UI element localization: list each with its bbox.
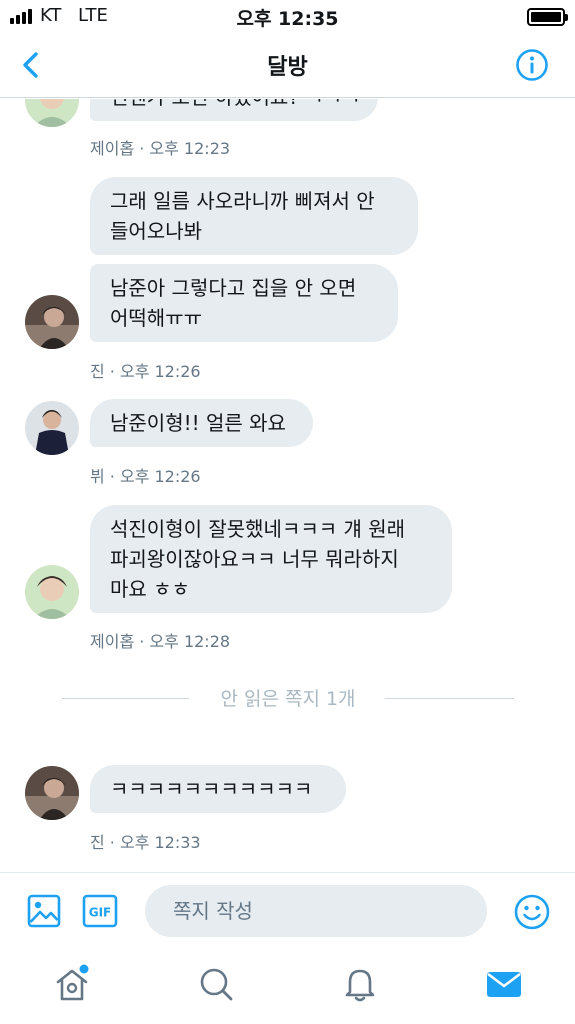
message-meta: 진 · 오후 12:33 xyxy=(90,833,201,852)
battery-icon xyxy=(527,8,568,26)
bell-icon xyxy=(345,969,375,1002)
home-icon xyxy=(56,964,89,1001)
message-meta: 뷔 · 오후 12:26 xyxy=(90,467,201,486)
emoji-icon xyxy=(514,894,550,930)
gif-icon: GIF xyxy=(82,894,118,928)
conversation-header: 달방 xyxy=(0,32,575,98)
tab-notifications[interactable] xyxy=(340,964,380,1004)
unread-divider: 안 읽은 쪽지 1개 xyxy=(62,683,514,713)
message-list[interactable]: 언젠가 오긴 하겠어요? ㅋㅋㅋ 제이홉 · 오후 12:23 그래 일름 사오… xyxy=(0,99,575,872)
avatar-jin[interactable] xyxy=(25,766,79,820)
avatar-jin[interactable] xyxy=(25,295,79,349)
message-bubble[interactable]: 석진이형이 잘못했네ㅋㅋㅋ 걔 원래 파괴왕이잖아요ㅋㅋ 너무 뭐라하지 마요 … xyxy=(90,505,452,613)
info-button[interactable] xyxy=(515,48,549,82)
add-gif-button[interactable]: GIF xyxy=(82,893,118,929)
search-icon xyxy=(200,968,233,1001)
tab-search[interactable] xyxy=(196,964,236,1004)
tab-messages[interactable] xyxy=(484,964,524,1004)
avatar-v[interactable] xyxy=(25,401,79,455)
info-icon xyxy=(516,49,548,81)
avatar-jhope[interactable] xyxy=(25,99,79,127)
message-meta: 진 · 오후 12:26 xyxy=(90,362,201,381)
tab-bar xyxy=(0,948,575,1024)
add-photo-button[interactable] xyxy=(26,893,62,929)
message-composer: GIF xyxy=(0,872,575,948)
avatar-jhope[interactable] xyxy=(25,565,79,619)
message-bubble[interactable]: 남준이형!! 얼른 와요 xyxy=(90,399,313,447)
message-bubble[interactable]: 언젠가 오긴 하겠어요? ㅋㅋㅋ xyxy=(90,99,378,121)
message-bubble[interactable]: ㅋㅋㅋㅋㅋㅋㅋㅋㅋㅋㅋ xyxy=(90,765,346,813)
message-meta: 제이홉 · 오후 12:28 xyxy=(90,632,231,651)
message-meta: 제이홉 · 오후 12:23 xyxy=(90,139,231,158)
tab-home[interactable] xyxy=(52,964,92,1004)
conversation-title: 달방 xyxy=(267,55,308,80)
image-icon xyxy=(27,894,61,928)
message-input[interactable] xyxy=(145,885,487,937)
message-bubble[interactable]: 남준아 그렇다고 집을 안 오면 어떡해ㅠㅠ xyxy=(90,264,398,342)
emoji-button[interactable] xyxy=(513,893,551,931)
envelope-icon xyxy=(487,972,521,997)
status-time: 오후 12:35 xyxy=(236,8,339,30)
status-bar: KT LTE 오후 12:35 xyxy=(0,0,575,32)
gif-label: GIF xyxy=(89,906,112,920)
message-bubble[interactable]: 그래 일름 사오라니까 삐져서 안 들어오나봐 xyxy=(90,177,418,255)
